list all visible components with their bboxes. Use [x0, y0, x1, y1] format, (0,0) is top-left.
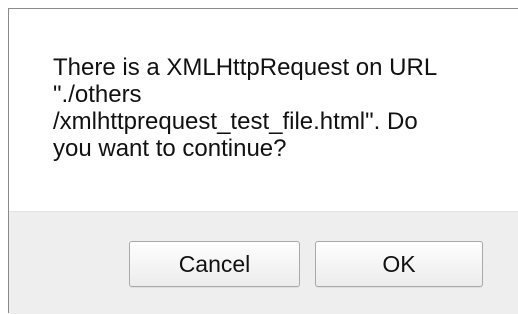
- dialog-message: There is a XMLHttpRequest on URL "./othe…: [53, 54, 438, 162]
- cancel-button[interactable]: Cancel: [129, 241, 300, 287]
- dialog-message-area: There is a XMLHttpRequest on URL "./othe…: [9, 9, 518, 211]
- dialog-button-bar: Cancel OK: [9, 211, 518, 314]
- confirm-dialog: There is a XMLHttpRequest on URL "./othe…: [8, 8, 518, 314]
- ok-button[interactable]: OK: [315, 241, 483, 287]
